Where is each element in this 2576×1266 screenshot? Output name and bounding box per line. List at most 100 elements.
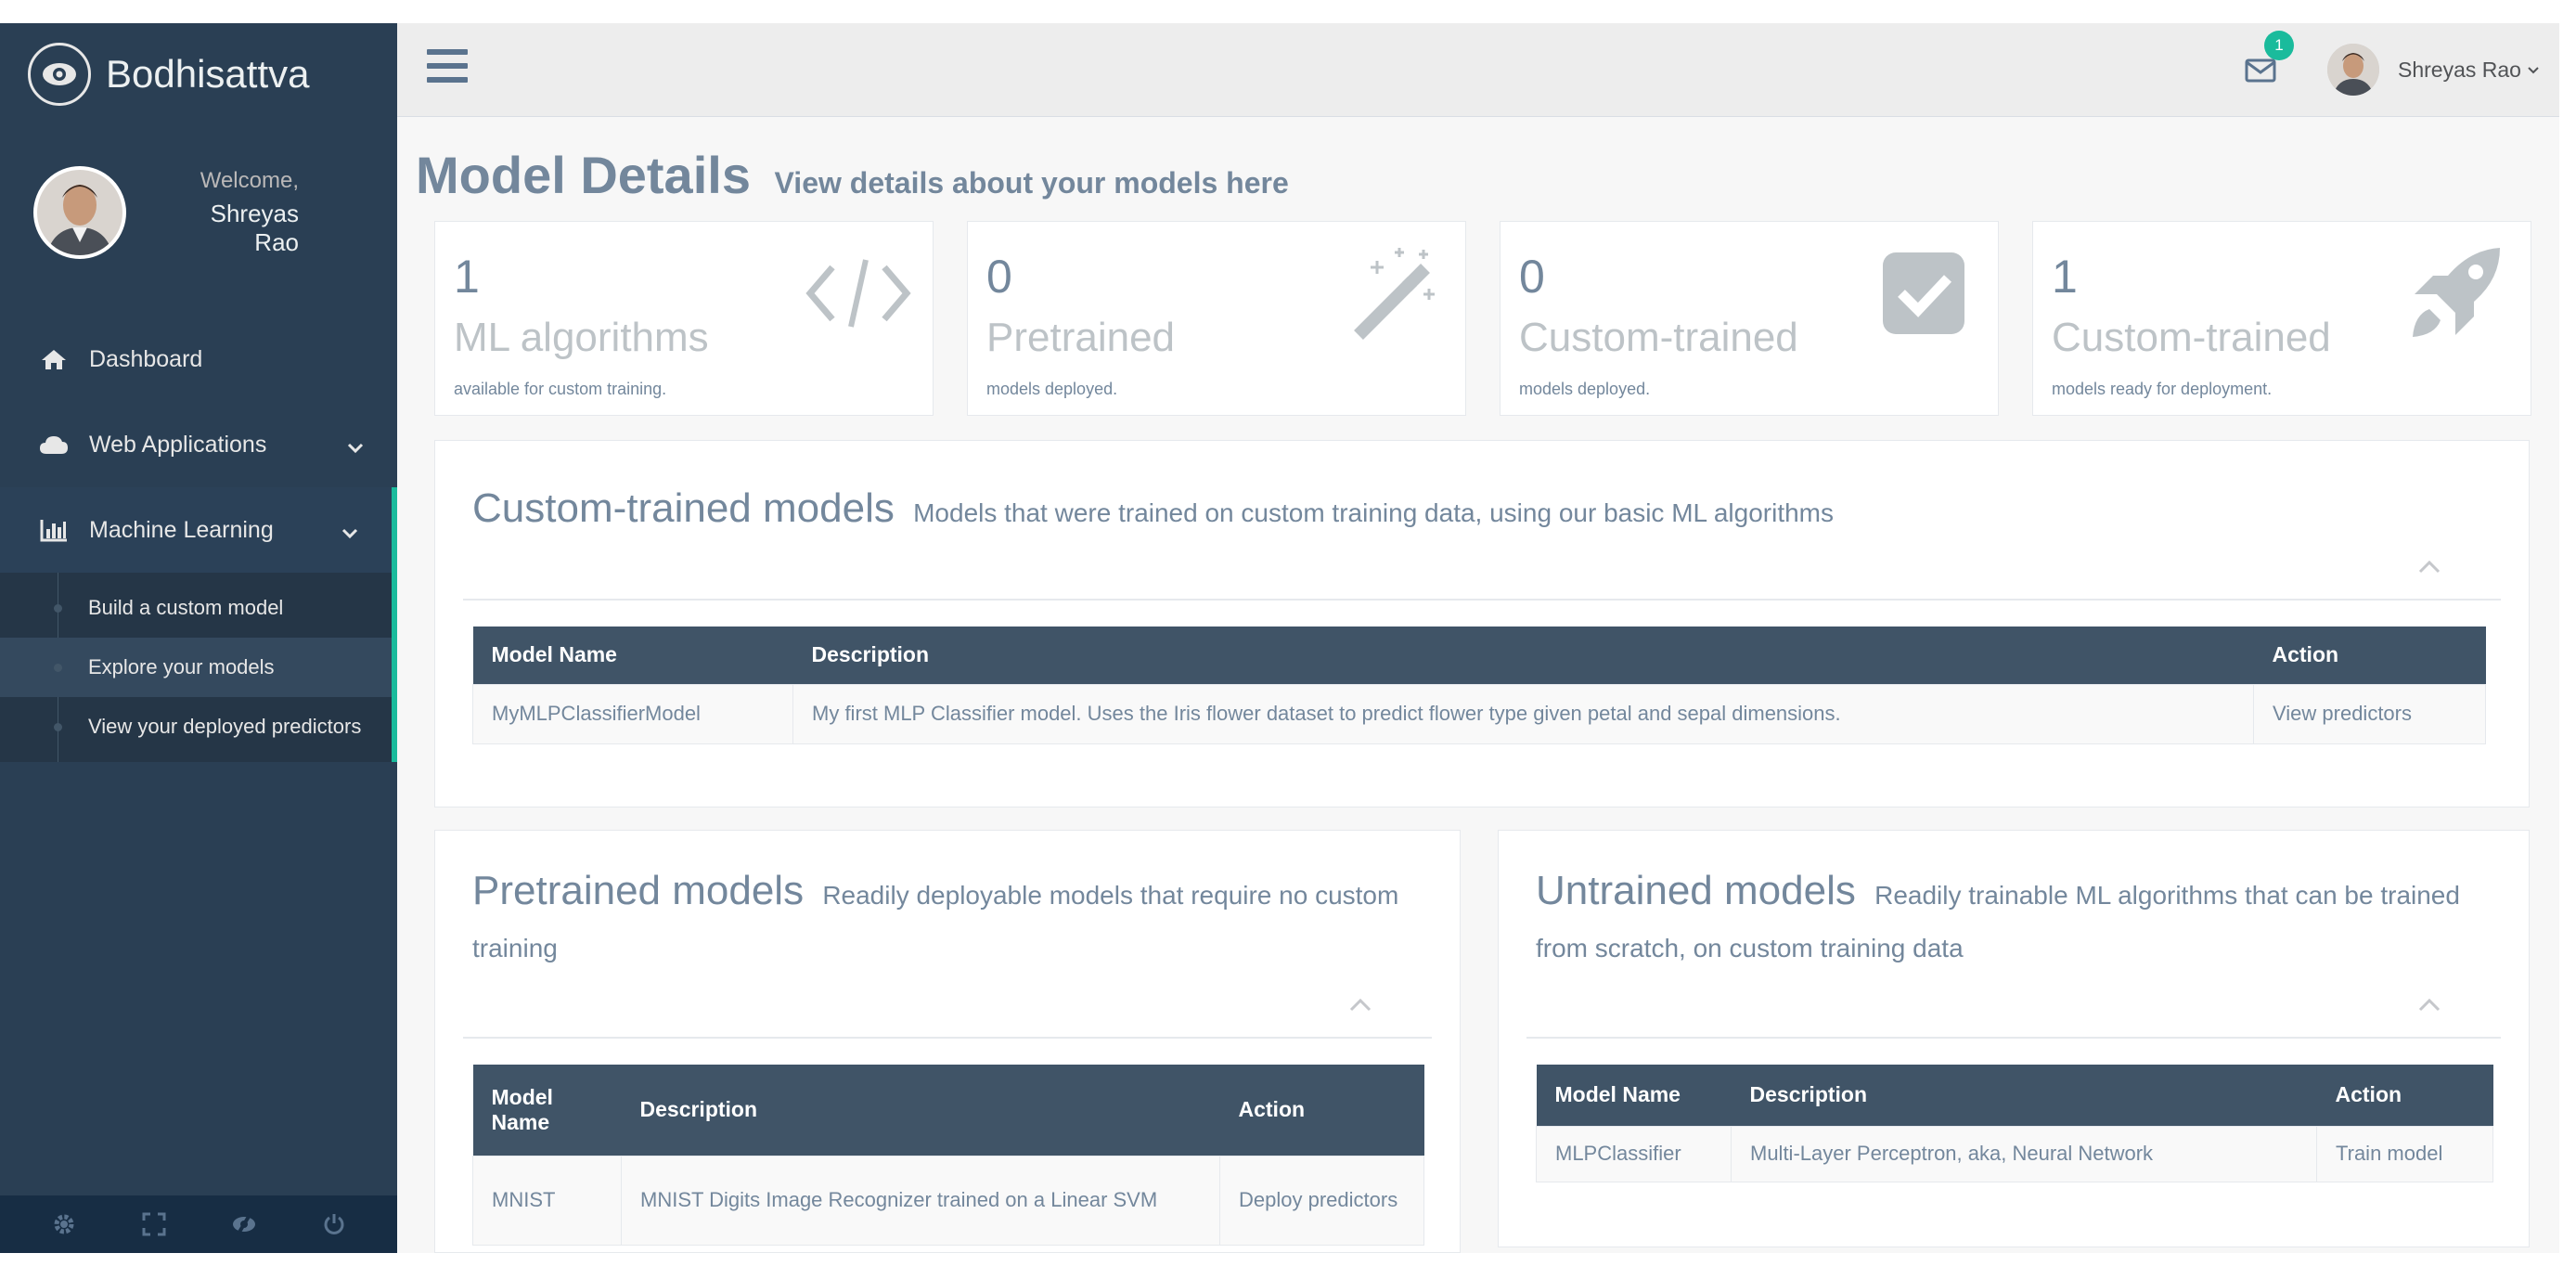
column-header: Action	[2316, 1065, 2493, 1126]
tile-count: 1	[2052, 251, 2078, 303]
custom-trained-panel: Custom-trained models Models that were t…	[434, 440, 2530, 807]
bullet-dot	[54, 604, 62, 613]
column-header: Action	[1219, 1065, 1424, 1156]
tile-label: Custom-trained	[1519, 315, 1798, 360]
column-header: Action	[2253, 627, 2486, 684]
table-row: MNIST MNIST Digits Image Recognizer trai…	[472, 1155, 1424, 1246]
column-header: Model Name	[472, 627, 793, 684]
eye-icon	[28, 42, 91, 106]
menu-toggle-icon[interactable]	[427, 49, 468, 83]
column-header: Model Name	[1536, 1065, 1732, 1126]
magic-wand-icon	[1335, 242, 1447, 344]
column-header: Description	[792, 627, 2254, 684]
table-row: MLPClassifier Multi-Layer Perceptron, ak…	[1536, 1125, 2493, 1182]
deploy-predictors-link[interactable]: Deploy predictors	[1219, 1155, 1424, 1246]
panel-title-text: Custom-trained models	[472, 485, 895, 531]
collapse-chevron-up-icon[interactable]	[2418, 550, 2441, 580]
panel-subtitle: Models that were trained on custom train…	[913, 498, 1835, 527]
column-header: Model Name	[472, 1065, 622, 1156]
power-icon[interactable]	[306, 1212, 362, 1236]
description-cell: My first MLP Classifier model. Uses the …	[792, 683, 2254, 744]
table-row: MyMLPClassifierModel My first MLP Classi…	[472, 683, 2486, 744]
bullet-dot	[54, 723, 62, 731]
tile-sublabel: models deployed.	[1519, 380, 1651, 398]
sidebar-footer	[0, 1195, 397, 1253]
sidebar-item-web-applications[interactable]: Web Applications	[0, 402, 397, 487]
tile-label: Custom-trained	[2052, 315, 2331, 360]
sidebar: Bodhisattva Welcome, Shreyas Rao Dashboa…	[0, 23, 397, 1253]
profile: Welcome, Shreyas Rao	[0, 125, 397, 274]
stat-tile-ml-algorithms: 1 ML algorithms available for custom tra…	[434, 221, 934, 416]
code-icon	[803, 242, 914, 344]
brand[interactable]: Bodhisattva	[0, 23, 397, 125]
rocket-icon	[2401, 242, 2512, 344]
description-cell: MNIST Digits Image Recognizer trained on…	[621, 1155, 1220, 1246]
profile-name: Shreyas Rao	[210, 200, 299, 256]
sidebar-menu: Dashboard Web Applications Machine Learn…	[0, 316, 397, 573]
stat-tile-custom-deployed: 0 Custom-trained models deployed.	[1500, 221, 1999, 416]
stat-tile-pretrained: 0 Pretrained models deployed.	[967, 221, 1466, 416]
sidebar-item-label: Machine Learning	[89, 516, 274, 543]
stat-tile-custom-ready: 1 Custom-trained models ready for deploy…	[2032, 221, 2531, 416]
sidebar-item-machine-learning[interactable]: Machine Learning	[0, 487, 397, 573]
custom-models-table: Model Name Description Action MyMLPClass…	[472, 627, 2486, 744]
user-profile-menu[interactable]: Shreyas Rao	[2327, 44, 2540, 96]
tile-label: Pretrained	[986, 315, 1176, 360]
main-content: Model Details View details about your mo…	[397, 117, 2559, 1253]
avatar	[33, 166, 126, 259]
panel-title: Custom-trained models Models that were t…	[472, 482, 2492, 535]
panel-title: Pretrained models Readily deployable mod…	[472, 864, 1400, 970]
top-nav: 1 Shreyas Rao	[397, 23, 2559, 117]
view-predictors-link[interactable]: View predictors	[2253, 683, 2486, 744]
sidebar-subitem-label: Explore your models	[88, 655, 275, 678]
check-square-icon	[1868, 242, 1979, 344]
pretrained-panel: Pretrained models Readily deployable mod…	[434, 830, 1461, 1253]
tile-sublabel: models ready for deployment.	[2052, 380, 2273, 398]
tile-sublabel: available for custom training.	[454, 380, 667, 398]
user-name: Shreyas Rao	[2398, 57, 2521, 82]
sidebar-item-label: Web Applications	[89, 431, 267, 458]
pretrained-models-table: Model Name Description Action MNIST MNIS…	[472, 1065, 1424, 1246]
untrained-models-table: Model Name Description Action MLPClassif…	[1536, 1065, 2493, 1182]
panel-title-text: Untrained models	[1536, 868, 1856, 913]
sidebar-subitem-build-custom-model[interactable]: Build a custom model	[0, 578, 392, 638]
gear-icon[interactable]	[36, 1212, 92, 1236]
tile-count: 1	[454, 251, 480, 303]
divider	[1526, 1037, 2501, 1039]
chevron-down-icon	[347, 433, 364, 460]
divider	[463, 599, 2501, 601]
collapse-chevron-up-icon[interactable]	[2418, 988, 2441, 1018]
chevron-down-icon	[341, 519, 358, 546]
tile-count: 0	[986, 251, 1012, 303]
panel-title: Untrained models Readily trainable ML al…	[1536, 864, 2482, 970]
model-name-cell: MNIST	[472, 1155, 622, 1246]
welcome-label: Welcome,	[200, 168, 299, 193]
tile-label: ML algorithms	[454, 315, 709, 360]
brand-name: Bodhisattva	[106, 51, 310, 96]
page-title: Model Details View details about your mo…	[416, 145, 1289, 205]
collapse-chevron-up-icon[interactable]	[1349, 988, 1372, 1018]
home-icon	[37, 345, 71, 373]
sidebar-subitem-deployed-predictors[interactable]: View your deployed predictors	[0, 697, 392, 756]
sidebar-subitem-label: View your deployed predictors	[88, 715, 362, 738]
sidebar-subitem-explore-models[interactable]: Explore your models	[0, 638, 392, 697]
tile-count: 0	[1519, 251, 1545, 303]
chevron-down-icon	[2527, 60, 2540, 80]
column-header: Description	[621, 1065, 1220, 1156]
description-cell: Multi-Layer Perceptron, aka, Neural Netw…	[1731, 1125, 2317, 1182]
train-model-link[interactable]: Train model	[2316, 1125, 2493, 1182]
sidebar-item-label: Dashboard	[89, 345, 203, 372]
model-name-cell: MyMLPClassifierModel	[472, 683, 793, 744]
eye-slash-icon[interactable]	[216, 1213, 272, 1235]
model-name-cell: MLPClassifier	[1536, 1125, 1732, 1182]
bullet-dot	[54, 664, 62, 672]
tile-sublabel: models deployed.	[986, 380, 1118, 398]
fullscreen-icon[interactable]	[126, 1212, 182, 1236]
divider	[463, 1037, 1432, 1039]
page-title-text: Model Details	[416, 146, 751, 204]
untrained-panel: Untrained models Readily trainable ML al…	[1498, 830, 2530, 1247]
page-subtitle: View details about your models here	[774, 166, 1289, 200]
panel-title-text: Pretrained models	[472, 868, 805, 913]
cloud-icon	[37, 431, 71, 459]
sidebar-item-dashboard[interactable]: Dashboard	[0, 316, 397, 402]
